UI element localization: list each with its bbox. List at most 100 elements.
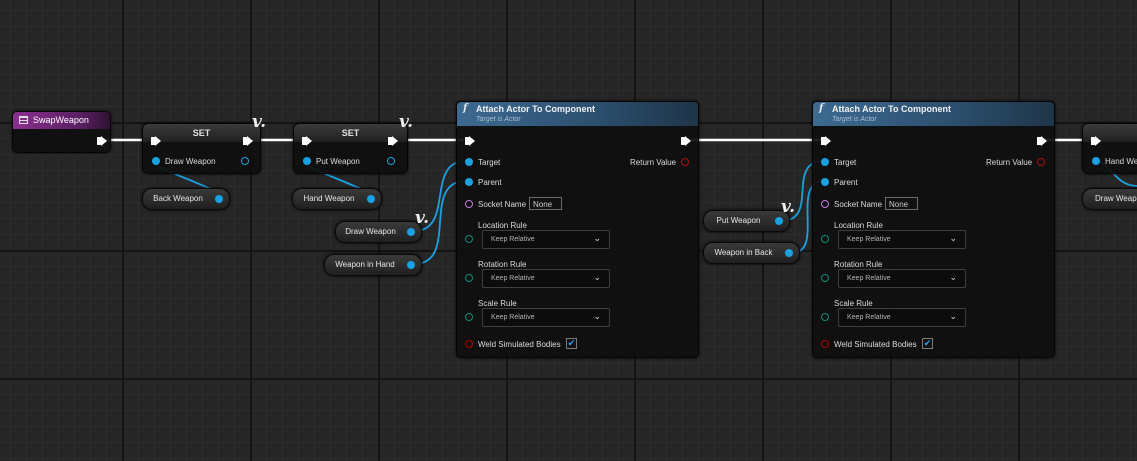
target-label: Target	[478, 158, 501, 167]
dropdown-value: Keep Relative	[491, 275, 535, 282]
set-node-hand-weapon[interactable]: Hand We	[1082, 123, 1137, 174]
scale-rule-pin[interactable]	[821, 313, 829, 321]
getter-output-pin[interactable]	[785, 249, 793, 257]
put-weapon-output-pin[interactable]	[387, 157, 395, 165]
rotation-rule-label: Rotation Rule	[478, 260, 527, 269]
getter-weapon-in-back[interactable]: Weapon in Back	[703, 242, 800, 264]
parent-pin[interactable]	[821, 178, 829, 186]
target-pin[interactable]	[821, 158, 829, 166]
draw-weapon-output-pin[interactable]	[241, 157, 249, 165]
dropdown-value: Keep Relative	[491, 236, 535, 243]
event-icon	[19, 116, 28, 124]
return-value-pin[interactable]	[681, 158, 689, 166]
socket-name-pin[interactable]	[465, 200, 473, 208]
event-title: SwapWeapon	[33, 115, 89, 125]
getter-hand-weapon[interactable]: Hand Weapon	[292, 188, 382, 210]
getter-output-pin[interactable]	[215, 195, 223, 203]
getter-label: Hand Weapon	[303, 194, 355, 203]
function-title: Attach Actor To Component	[832, 104, 951, 114]
set-node-put-weapon[interactable]: SET Put Weapon	[293, 123, 408, 174]
rotation-rule-dropdown[interactable]: Keep Relative ⌄	[838, 269, 966, 288]
parent-pin[interactable]	[465, 178, 473, 186]
scale-rule-dropdown[interactable]: Keep Relative ⌄	[838, 308, 966, 327]
socket-name-label: Socket Name	[478, 200, 527, 209]
exec-out-pin[interactable]	[681, 136, 691, 146]
exec-out-pin[interactable]	[243, 136, 253, 146]
scale-rule-pin[interactable]	[465, 313, 473, 321]
set-variable-badge: v.	[399, 112, 414, 132]
getter-label: Put Weapon	[716, 216, 761, 225]
getter-output-pin[interactable]	[775, 217, 783, 225]
scale-rule-dropdown[interactable]: Keep Relative ⌄	[482, 308, 610, 327]
weld-simulated-bodies-pin[interactable]	[821, 340, 829, 348]
getter-label: Draw Weap	[1095, 194, 1137, 203]
function-header: f Attach Actor To Component Target is Ac…	[457, 102, 698, 126]
weld-simulated-bodies-label: Weld Simulated Bodies	[834, 340, 917, 349]
exec-out-pin[interactable]	[388, 136, 398, 146]
target-label: Target	[834, 158, 857, 167]
draw-weapon-input-pin[interactable]	[152, 157, 160, 165]
location-rule-label: Location Rule	[478, 221, 527, 230]
set-pin-label: Put Weapon	[316, 157, 360, 166]
rotation-rule-dropdown[interactable]: Keep Relative ⌄	[482, 269, 610, 288]
socket-name-pin[interactable]	[821, 200, 829, 208]
attach-actor-to-component-node-1[interactable]: f Attach Actor To Component Target is Ac…	[456, 101, 699, 358]
chevron-down-icon: ⌄	[949, 311, 957, 321]
chevron-down-icon: ⌄	[949, 272, 957, 282]
chevron-down-icon: ⌄	[949, 233, 957, 243]
event-node-swapweapon[interactable]: SwapWeapon	[12, 111, 111, 153]
socket-name-field[interactable]: None	[529, 197, 562, 210]
exec-in-pin[interactable]	[302, 136, 312, 146]
weld-simulated-bodies-label: Weld Simulated Bodies	[478, 340, 561, 349]
socket-name-label: Socket Name	[834, 200, 883, 209]
location-rule-label: Location Rule	[834, 221, 883, 230]
attach-actor-to-component-node-2[interactable]: f Attach Actor To Component Target is Ac…	[812, 101, 1055, 358]
function-icon: f	[819, 103, 824, 114]
return-value-pin[interactable]	[1037, 158, 1045, 166]
socket-name-field[interactable]: None	[885, 197, 918, 210]
getter-back-weapon[interactable]: Back Weapon	[142, 188, 230, 210]
getter-output-pin[interactable]	[407, 261, 415, 269]
getter-output-pin[interactable]	[407, 228, 415, 236]
weld-simulated-bodies-checkbox[interactable]: ✔	[566, 338, 577, 349]
getter-draw-weapon[interactable]: Draw Weapon	[335, 221, 422, 243]
weld-simulated-bodies-checkbox[interactable]: ✔	[922, 338, 933, 349]
getter-label: Weapon in Hand	[335, 260, 395, 269]
getter-output-pin[interactable]	[367, 195, 375, 203]
scale-rule-label: Scale Rule	[834, 299, 873, 308]
rotation-rule-pin[interactable]	[821, 274, 829, 282]
exec-out-pin[interactable]	[1037, 136, 1047, 146]
function-subtitle: Target is Actor	[476, 116, 521, 123]
set-variable-badge: v.	[415, 208, 430, 228]
dropdown-value: Keep Relative	[847, 275, 891, 282]
set-variable-badge: v.	[781, 197, 796, 217]
target-pin[interactable]	[465, 158, 473, 166]
location-rule-pin[interactable]	[821, 235, 829, 243]
getter-label: Weapon in Back	[714, 248, 773, 257]
location-rule-pin[interactable]	[465, 235, 473, 243]
location-rule-dropdown[interactable]: Keep Relative ⌄	[838, 230, 966, 249]
chevron-down-icon: ⌄	[593, 311, 601, 321]
put-weapon-input-pin[interactable]	[303, 157, 311, 165]
scale-rule-label: Scale Rule	[478, 299, 517, 308]
exec-in-pin[interactable]	[465, 136, 475, 146]
hand-weapon-input-pin[interactable]	[1092, 157, 1100, 165]
dropdown-value: Keep Relative	[847, 236, 891, 243]
getter-draw-weapon-2[interactable]: Draw Weap	[1082, 188, 1137, 210]
weld-simulated-bodies-pin[interactable]	[465, 340, 473, 348]
function-subtitle: Target is Actor	[832, 116, 877, 123]
getter-weapon-in-hand[interactable]: Weapon in Hand	[324, 254, 422, 276]
location-rule-dropdown[interactable]: Keep Relative ⌄	[482, 230, 610, 249]
exec-in-pin[interactable]	[1091, 136, 1101, 146]
exec-in-pin[interactable]	[151, 136, 161, 146]
return-value-label: Return Value	[630, 158, 677, 167]
parent-label: Parent	[478, 178, 502, 187]
exec-out-pin[interactable]	[97, 136, 107, 146]
set-node-draw-weapon[interactable]: SET Draw Weapon	[142, 123, 261, 174]
getter-label: Draw Weapon	[345, 227, 396, 236]
exec-in-pin[interactable]	[821, 136, 831, 146]
rotation-rule-pin[interactable]	[465, 274, 473, 282]
set-pin-label: Draw Weapon	[165, 157, 216, 166]
getter-put-weapon[interactable]: Put Weapon	[703, 210, 790, 232]
set-variable-badge: v.	[252, 112, 267, 132]
